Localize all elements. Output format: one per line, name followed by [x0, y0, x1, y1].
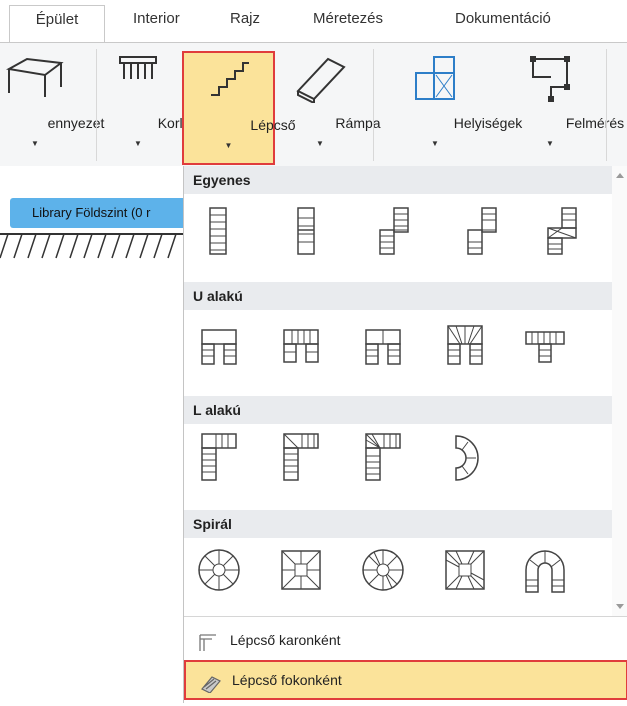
stair-spiral-3[interactable] [360, 540, 406, 598]
stair-step-icon [200, 670, 222, 706]
rooms-icon [412, 53, 458, 106]
stair-spiral-5[interactable] [522, 540, 568, 598]
menu-item-label: Lépcső fokonként [232, 672, 342, 688]
category-l-shaped: L alakú [184, 396, 612, 424]
stair-straight-5[interactable] [540, 200, 586, 258]
ribbon-separator [96, 49, 97, 161]
layer-tab[interactable]: Library Földszint (0 r [10, 198, 185, 228]
chevron-down-icon: ▼ [431, 139, 439, 148]
stair-icon [207, 57, 251, 104]
stair-l-3[interactable] [360, 428, 406, 486]
ceiling-icon [5, 53, 65, 106]
stair-u-5[interactable] [522, 316, 568, 374]
ribbon-tab-bar: Épület Interior Rajz Méretezés Dokumentá… [0, 0, 627, 42]
ceiling-button[interactable]: ennyezet ▼ [0, 43, 104, 163]
category-u-shaped: U alakú [184, 282, 612, 310]
stair-spiral-1[interactable] [196, 540, 242, 598]
stair-u-4[interactable] [442, 316, 488, 374]
chevron-down-icon: ▼ [134, 139, 142, 148]
railing-icon [116, 53, 160, 86]
stair-u-2[interactable] [278, 316, 324, 374]
stair-straight-3[interactable] [372, 200, 418, 258]
menu-item-stair-by-flight[interactable]: Lépcső karonként [184, 622, 627, 658]
stair-u-3[interactable] [360, 316, 406, 374]
menu-item-label: Lépcső karonként [230, 632, 341, 648]
tab-meretezes[interactable]: Méretezés [313, 10, 383, 27]
stair-l-2[interactable] [278, 428, 324, 486]
ramp-icon [292, 53, 348, 106]
stair-u-1[interactable] [196, 316, 242, 374]
rooms-button[interactable]: Helyiségek ▼ [382, 43, 522, 163]
tab-rajz[interactable]: Rajz [230, 10, 260, 27]
menu-item-stair-by-step[interactable]: Lépcső fokonként [184, 660, 627, 700]
survey-icon [527, 53, 573, 106]
railing-button[interactable]: Korlát ▼ [100, 43, 194, 163]
wall-hatch [0, 232, 183, 260]
stair-spiral-4[interactable] [442, 540, 488, 598]
tab-interior[interactable]: Interior [133, 10, 180, 27]
survey-button[interactable]: Felmérés ▼ [505, 43, 624, 163]
survey-label: Felmérés [565, 115, 625, 131]
stair-l-1[interactable] [196, 428, 242, 486]
ramp-button[interactable]: Rámpa ▼ [282, 43, 381, 163]
ribbon: ennyezet ▼ Korlát ▼ Lépcső ▼ Rámpa ▼ Hel… [0, 42, 627, 168]
stair-straight-4[interactable] [460, 200, 506, 258]
chevron-down-icon: ▼ [316, 139, 324, 148]
stair-straight-1[interactable] [196, 200, 242, 258]
tab-dokumentacio[interactable]: Dokumentáció [455, 10, 551, 27]
ribbon-separator [606, 49, 607, 161]
dropdown-scrollbar[interactable] [612, 166, 627, 616]
stair-straight-2[interactable] [284, 200, 330, 258]
stair-button[interactable]: Lépcső ▼ [182, 51, 296, 165]
stair-dropdown-menu: Egyenes U alakú L alakú Spirál Lépcső ka… [183, 166, 627, 703]
chevron-down-icon: ▼ [31, 139, 39, 148]
chevron-down-icon: ▼ [224, 141, 233, 150]
ribbon-separator [373, 49, 374, 161]
category-straight: Egyenes [184, 166, 612, 194]
tab-epulet[interactable]: Épület [9, 5, 105, 42]
category-spiral: Spirál [184, 510, 612, 538]
stair-spiral-2[interactable] [278, 540, 324, 598]
chevron-down-icon: ▼ [546, 139, 554, 148]
stair-l-curved[interactable] [442, 428, 488, 486]
menu-divider [184, 616, 627, 617]
